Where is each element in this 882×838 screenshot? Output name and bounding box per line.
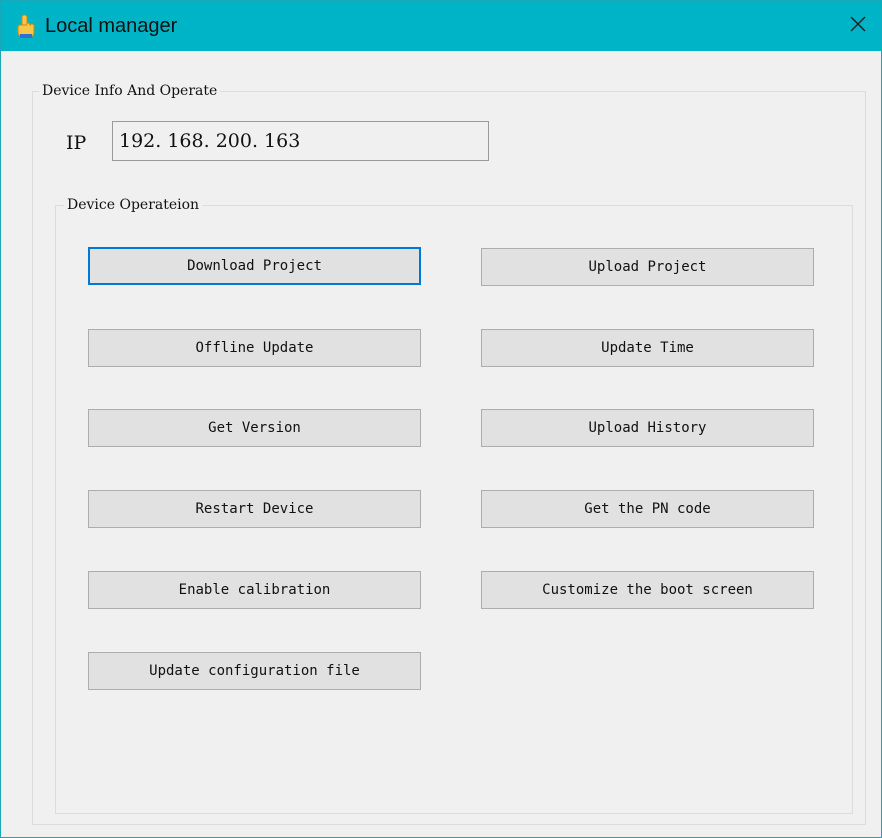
get-pn-code-button[interactable]: Get the PN code bbox=[481, 490, 814, 528]
hand-pointer-icon bbox=[13, 13, 39, 39]
restart-device-label: Restart Device bbox=[195, 501, 314, 517]
enable-calibration-label: Enable calibration bbox=[178, 582, 331, 598]
ip-label: IP bbox=[66, 132, 87, 154]
upload-history-button[interactable]: Upload History bbox=[481, 409, 814, 447]
local-manager-window: Local manager Device Info And Operate IP… bbox=[0, 0, 882, 838]
get-pn-code-label: Get the PN code bbox=[584, 501, 711, 517]
update-config-file-button[interactable]: Update configuration file bbox=[88, 652, 421, 690]
update-config-file-label: Update configuration file bbox=[149, 663, 360, 679]
window-title: Local manager bbox=[45, 15, 178, 37]
customize-boot-screen-label: Customize the boot screen bbox=[542, 582, 753, 598]
download-project-label: Download Project bbox=[187, 258, 322, 274]
device-info-legend: Device Info And Operate bbox=[39, 82, 221, 100]
title-bar[interactable]: Local manager bbox=[1, 1, 881, 51]
upload-project-label: Upload Project bbox=[588, 259, 707, 275]
offline-update-label: Offline Update bbox=[195, 340, 314, 356]
offline-update-button[interactable]: Offline Update bbox=[88, 329, 421, 367]
ip-address-input[interactable] bbox=[112, 121, 489, 161]
close-icon bbox=[850, 15, 866, 37]
device-operation-legend: Device Operateion bbox=[64, 196, 203, 214]
upload-project-button[interactable]: Upload Project bbox=[481, 248, 814, 286]
customize-boot-screen-button[interactable]: Customize the boot screen bbox=[481, 571, 814, 609]
get-version-button[interactable]: Get Version bbox=[88, 409, 421, 447]
enable-calibration-button[interactable]: Enable calibration bbox=[88, 571, 421, 609]
close-button[interactable] bbox=[835, 1, 881, 51]
get-version-label: Get Version bbox=[208, 420, 301, 436]
download-project-button[interactable]: Download Project bbox=[88, 247, 421, 285]
update-time-button[interactable]: Update Time bbox=[481, 329, 814, 367]
restart-device-button[interactable]: Restart Device bbox=[88, 490, 421, 528]
update-time-label: Update Time bbox=[601, 340, 694, 356]
upload-history-label: Upload History bbox=[588, 420, 707, 436]
